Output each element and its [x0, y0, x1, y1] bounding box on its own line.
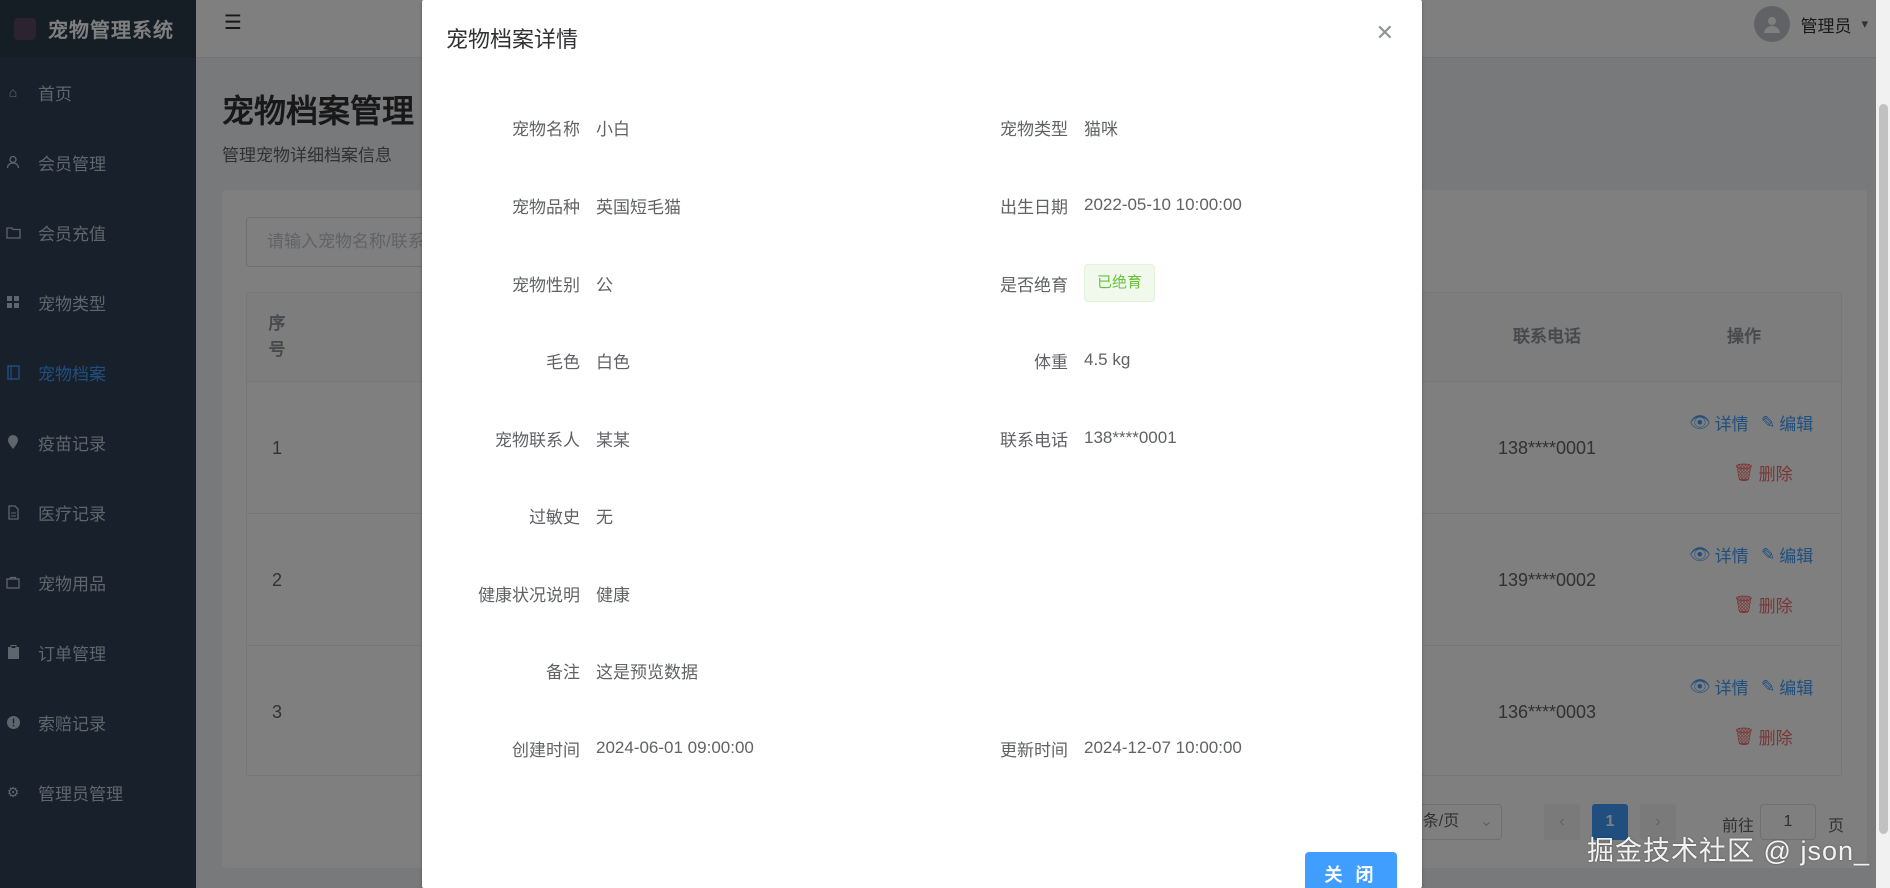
- pet-detail-dialog: 宠物档案详情 ✕ 宠物名称 小白 宠物品种 英国短毛猫 宠物性别 公 毛色 白色…: [422, 0, 1422, 888]
- field-label: 宠物联系人: [495, 430, 580, 450]
- field-label: 过敏史: [529, 507, 580, 527]
- field-label: 备注: [546, 662, 580, 682]
- field-breed: 宠物品种 英国短毛猫: [422, 190, 681, 220]
- field-value: 小白: [596, 119, 630, 139]
- field-fur-color: 毛色 白色: [422, 345, 630, 375]
- field-label: 毛色: [546, 352, 580, 372]
- field-value: 2022-05-10 10:00:00: [1084, 195, 1242, 214]
- field-label: 宠物类型: [1000, 119, 1068, 139]
- field-weight: 体重 4.5 kg: [904, 345, 1130, 375]
- scrollbar-thumb[interactable]: [1879, 104, 1888, 834]
- field-contact: 宠物联系人 某某: [422, 423, 630, 453]
- field-label: 出生日期: [1000, 197, 1068, 217]
- status-badge: 已绝育: [1084, 264, 1156, 302]
- field-value: 无: [596, 507, 613, 527]
- field-value: 2024-12-07 10:00:00: [1084, 738, 1242, 757]
- field-remark: 备注 这是预览数据: [422, 655, 698, 685]
- field-phone: 联系电话 138****0001: [904, 423, 1177, 453]
- field-value: 白色: [596, 352, 630, 372]
- field-birth-date: 出生日期 2022-05-10 10:00:00: [904, 190, 1242, 220]
- field-label: 宠物名称: [512, 119, 580, 139]
- close-button[interactable]: 关 闭: [1305, 852, 1397, 888]
- field-value: 某某: [596, 430, 630, 450]
- field-value: 这是预览数据: [596, 662, 698, 682]
- field-health: 健康状况说明 健康: [422, 578, 630, 608]
- field-created-at: 创建时间 2024-06-01 09:00:00: [422, 733, 754, 763]
- field-label: 联系电话: [1000, 430, 1068, 450]
- field-pet-type: 宠物类型 猫咪: [904, 112, 1118, 142]
- field-value: 138****0001: [1084, 428, 1177, 447]
- field-value: 2024-06-01 09:00:00: [596, 738, 754, 757]
- field-value: 健康: [596, 585, 630, 605]
- field-label: 宠物性别: [512, 275, 580, 295]
- field-label: 是否绝育: [1000, 275, 1068, 295]
- close-icon[interactable]: ✕: [1376, 20, 1394, 46]
- dialog-title: 宠物档案详情: [446, 27, 579, 52]
- field-allergy: 过敏史 无: [422, 500, 613, 530]
- field-pet-name: 宠物名称 小白: [422, 112, 630, 142]
- field-value: 猫咪: [1084, 119, 1118, 139]
- field-label: 创建时间: [512, 740, 580, 760]
- field-neutered: 是否绝育 已绝育: [904, 264, 1156, 302]
- field-value: 英国短毛猫: [596, 197, 681, 217]
- field-label: 体重: [1034, 352, 1068, 372]
- field-label: 宠物品种: [512, 197, 580, 217]
- field-value: 公: [596, 275, 613, 295]
- field-label: 更新时间: [1000, 740, 1068, 760]
- field-value: 4.5 kg: [1084, 350, 1131, 369]
- field-gender: 宠物性别 公: [422, 268, 613, 298]
- field-updated-at: 更新时间 2024-12-07 10:00:00: [904, 733, 1242, 763]
- page-scrollbar[interactable]: [1876, 0, 1890, 888]
- watermark: 掘金技术社区 @ json_: [1587, 836, 1870, 866]
- field-label: 健康状况说明: [478, 585, 580, 605]
